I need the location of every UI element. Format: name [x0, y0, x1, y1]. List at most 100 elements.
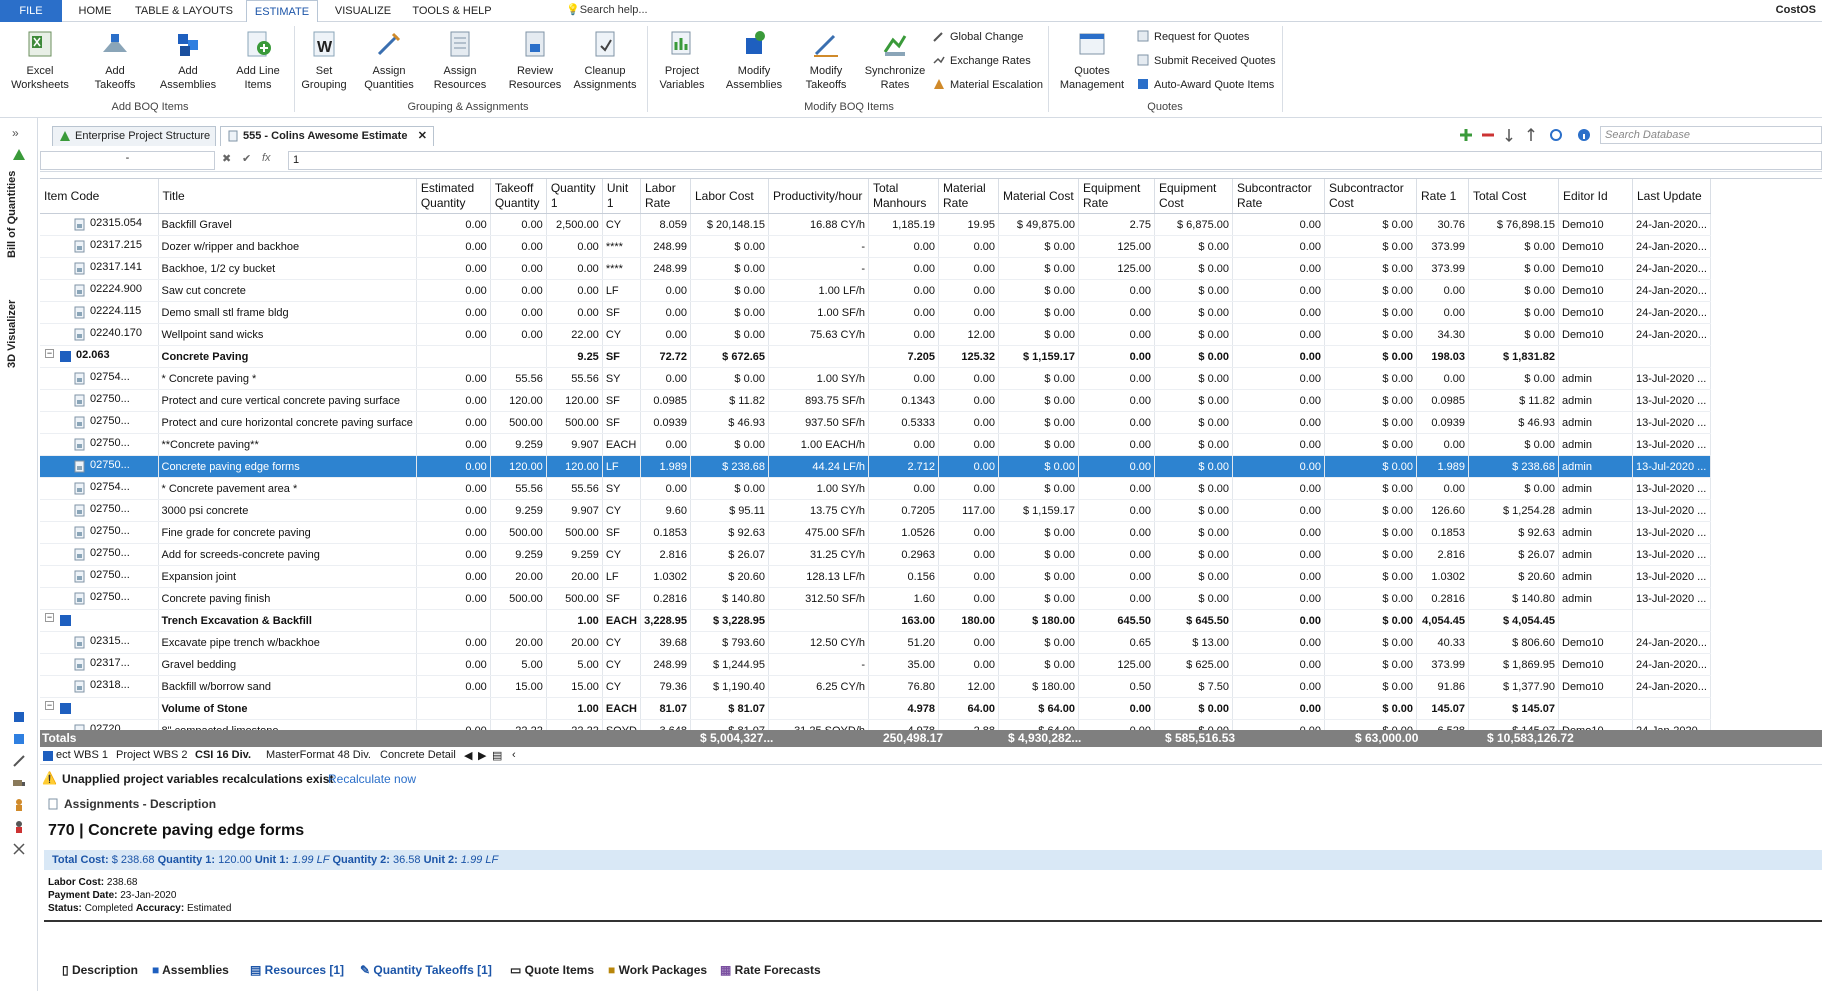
grid-cell[interactable]: $ 0.00 [1154, 345, 1233, 368]
item-code-cell[interactable]: 02315.054 [40, 213, 159, 236]
grid-cell[interactable]: 0.0939 [640, 411, 691, 434]
grid-cell[interactable]: SF [602, 587, 642, 610]
grid-cell[interactable]: 0.00 [1416, 477, 1469, 500]
table-row[interactable]: 02315... Excavate pipe trench w/backhoe 0.… [40, 631, 1711, 654]
grid-cell[interactable]: $ 145.07 [1468, 719, 1559, 730]
grid-cell[interactable]: 72.72 [640, 345, 691, 368]
add-row-icon[interactable] [1458, 127, 1474, 143]
grid-cell[interactable]: 0.00 [938, 367, 999, 390]
grid-cell[interactable]: 0.1343 [868, 389, 939, 412]
grid-cell[interactable] [416, 609, 491, 632]
grid-cell[interactable]: 0.00 [868, 477, 939, 500]
grid-cell[interactable]: $ 0.00 [1324, 235, 1417, 258]
grid-cell[interactable]: admin [1558, 389, 1633, 412]
grid-cell[interactable]: 248.99 [640, 235, 691, 258]
grid-cell[interactable]: admin [1558, 521, 1633, 544]
grid-cell[interactable]: 0.00 [938, 411, 999, 434]
grid-cell[interactable]: 12.00 [938, 323, 999, 346]
pencil-icon[interactable] [12, 754, 26, 768]
grid-cell[interactable]: 9.259 [490, 499, 547, 522]
column-header[interactable]: Unit 1 [602, 179, 642, 214]
grid-cell[interactable]: **Concrete paving** [158, 433, 417, 456]
grid-cell[interactable]: 3,228.95 [640, 609, 691, 632]
global-change-button[interactable]: Global Change [932, 28, 1023, 46]
grid-cell[interactable]: 0.00 [1232, 543, 1325, 566]
grid-cell[interactable]: $ 0.00 [1468, 367, 1559, 390]
grid-cell[interactable] [1558, 697, 1633, 720]
grid-cell[interactable]: 81.07 [640, 697, 691, 720]
grid-cell[interactable]: 1,185.19 [868, 213, 939, 236]
info-icon[interactable] [1576, 127, 1592, 143]
grid-cell[interactable]: $ 0.00 [1324, 279, 1417, 302]
grid-cell[interactable]: 0.00 [640, 367, 691, 390]
item-code-cell[interactable]: 02754... [40, 367, 159, 390]
grid-cell[interactable]: $ 0.00 [1324, 367, 1417, 390]
grid-cell[interactable]: 0.00 [1232, 279, 1325, 302]
grid-cell[interactable]: 0.00 [938, 653, 999, 676]
item-code-cell[interactable]: 02317.141 [40, 257, 159, 280]
item-code-cell[interactable]: 02318... [40, 675, 159, 698]
grid-cell[interactable]: LF [602, 279, 642, 302]
grid-cell[interactable]: 0.00 [416, 257, 491, 280]
grid-cell[interactable]: 0.00 [490, 257, 547, 280]
item-code-cell[interactable]: 02750... [40, 587, 159, 610]
add-takeoffs-button[interactable]: Add Takeoffs [86, 28, 144, 92]
grid-cell[interactable]: 24-Jan-2020... [1632, 257, 1711, 280]
grid-cell[interactable]: SF [602, 301, 642, 324]
item-code-cell[interactable]: 02750... [40, 455, 159, 478]
grid-cell[interactable]: 0.00 [938, 433, 999, 456]
grid-cell[interactable]: 55.56 [490, 367, 547, 390]
grid-cell[interactable]: 6.528 [1416, 719, 1469, 730]
grid-cell[interactable]: 4.978 [868, 697, 939, 720]
grid-cell[interactable]: 0.00 [1078, 521, 1155, 544]
add-line-items-button[interactable]: Add Line Items [232, 28, 284, 92]
grid-cell[interactable]: **** [602, 235, 642, 258]
grid-cell[interactable]: $ 0.00 [1154, 235, 1233, 258]
grid-cell[interactable]: $ 0.00 [1154, 433, 1233, 456]
grid-cell[interactable]: EACH [602, 697, 642, 720]
table-row[interactable]: 02224.115 Demo small stl frame bldg 0.00 0.… [40, 301, 1711, 324]
grid-cell[interactable]: 0.00 [416, 587, 491, 610]
grid-cell[interactable]: LF [602, 455, 642, 478]
grid-cell[interactable]: $ 0.00 [998, 653, 1079, 676]
grid-cell[interactable]: 0.0939 [1416, 411, 1469, 434]
column-header[interactable]: Labor Cost [690, 179, 769, 214]
review-resources-button[interactable]: Review Resources [504, 28, 566, 92]
tab-resources[interactable]: ▤ Resources [1] [250, 960, 344, 980]
grid-cell[interactable]: $ 1,254.28 [1468, 499, 1559, 522]
grid-cell[interactable]: 0.00 [1232, 609, 1325, 632]
grid-cell[interactable]: 0.00 [1078, 499, 1155, 522]
delete-row-icon[interactable] [1480, 127, 1496, 143]
grid-cell[interactable]: 0.00 [416, 323, 491, 346]
item-code-cell[interactable]: 02750... [40, 543, 159, 566]
grid-cell[interactable]: 12.50 CY/h [768, 631, 869, 654]
table-row[interactable]: 02754... * Concrete paving * 0.00 55.56 55.5… [40, 367, 1711, 390]
grid-cell[interactable]: admin [1558, 565, 1633, 588]
grid-cell[interactable]: $ 645.50 [1154, 609, 1233, 632]
grid-cell[interactable]: 2.816 [1416, 543, 1469, 566]
grid-cell[interactable]: 0.00 [416, 499, 491, 522]
menu-tab-table-layouts[interactable]: TABLE & LAYOUTS [132, 0, 236, 22]
grid-cell[interactable]: $ 49,875.00 [998, 213, 1079, 236]
table-row[interactable]: 02317... Gravel bedding 0.00 5.00 5.00 CY 248.… [40, 653, 1711, 676]
grid-cell[interactable]: 1.00 SY/h [768, 477, 869, 500]
grid-cell[interactable]: 126.60 [1416, 499, 1469, 522]
grid-cell[interactable]: 64.00 [938, 697, 999, 720]
grid-cell[interactable]: $ 4,054.45 [1468, 609, 1559, 632]
grid-cell[interactable]: $ 140.80 [690, 587, 769, 610]
column-header[interactable]: Labor Rate [640, 179, 691, 214]
grid-cell[interactable]: $ 0.00 [690, 367, 769, 390]
grid-cell[interactable]: $ 0.00 [1154, 323, 1233, 346]
grid-cell[interactable]: SY [602, 477, 642, 500]
grid-cell[interactable]: admin [1558, 587, 1633, 610]
grid-cell[interactable]: 0.7205 [868, 499, 939, 522]
grid-cell[interactable]: 2.88 [938, 719, 999, 730]
person-icon[interactable] [12, 798, 26, 812]
grid-cell[interactable]: 0.00 [1416, 279, 1469, 302]
grid-cell[interactable]: $ 0.00 [1324, 345, 1417, 368]
cube-icon[interactable] [12, 732, 26, 746]
grid-cell[interactable]: $ 0.00 [690, 235, 769, 258]
grid-cell[interactable]: 0.2816 [1416, 587, 1469, 610]
grid-cell[interactable]: $ 0.00 [1468, 257, 1559, 280]
grid-cell[interactable]: 0.00 [1232, 213, 1325, 236]
